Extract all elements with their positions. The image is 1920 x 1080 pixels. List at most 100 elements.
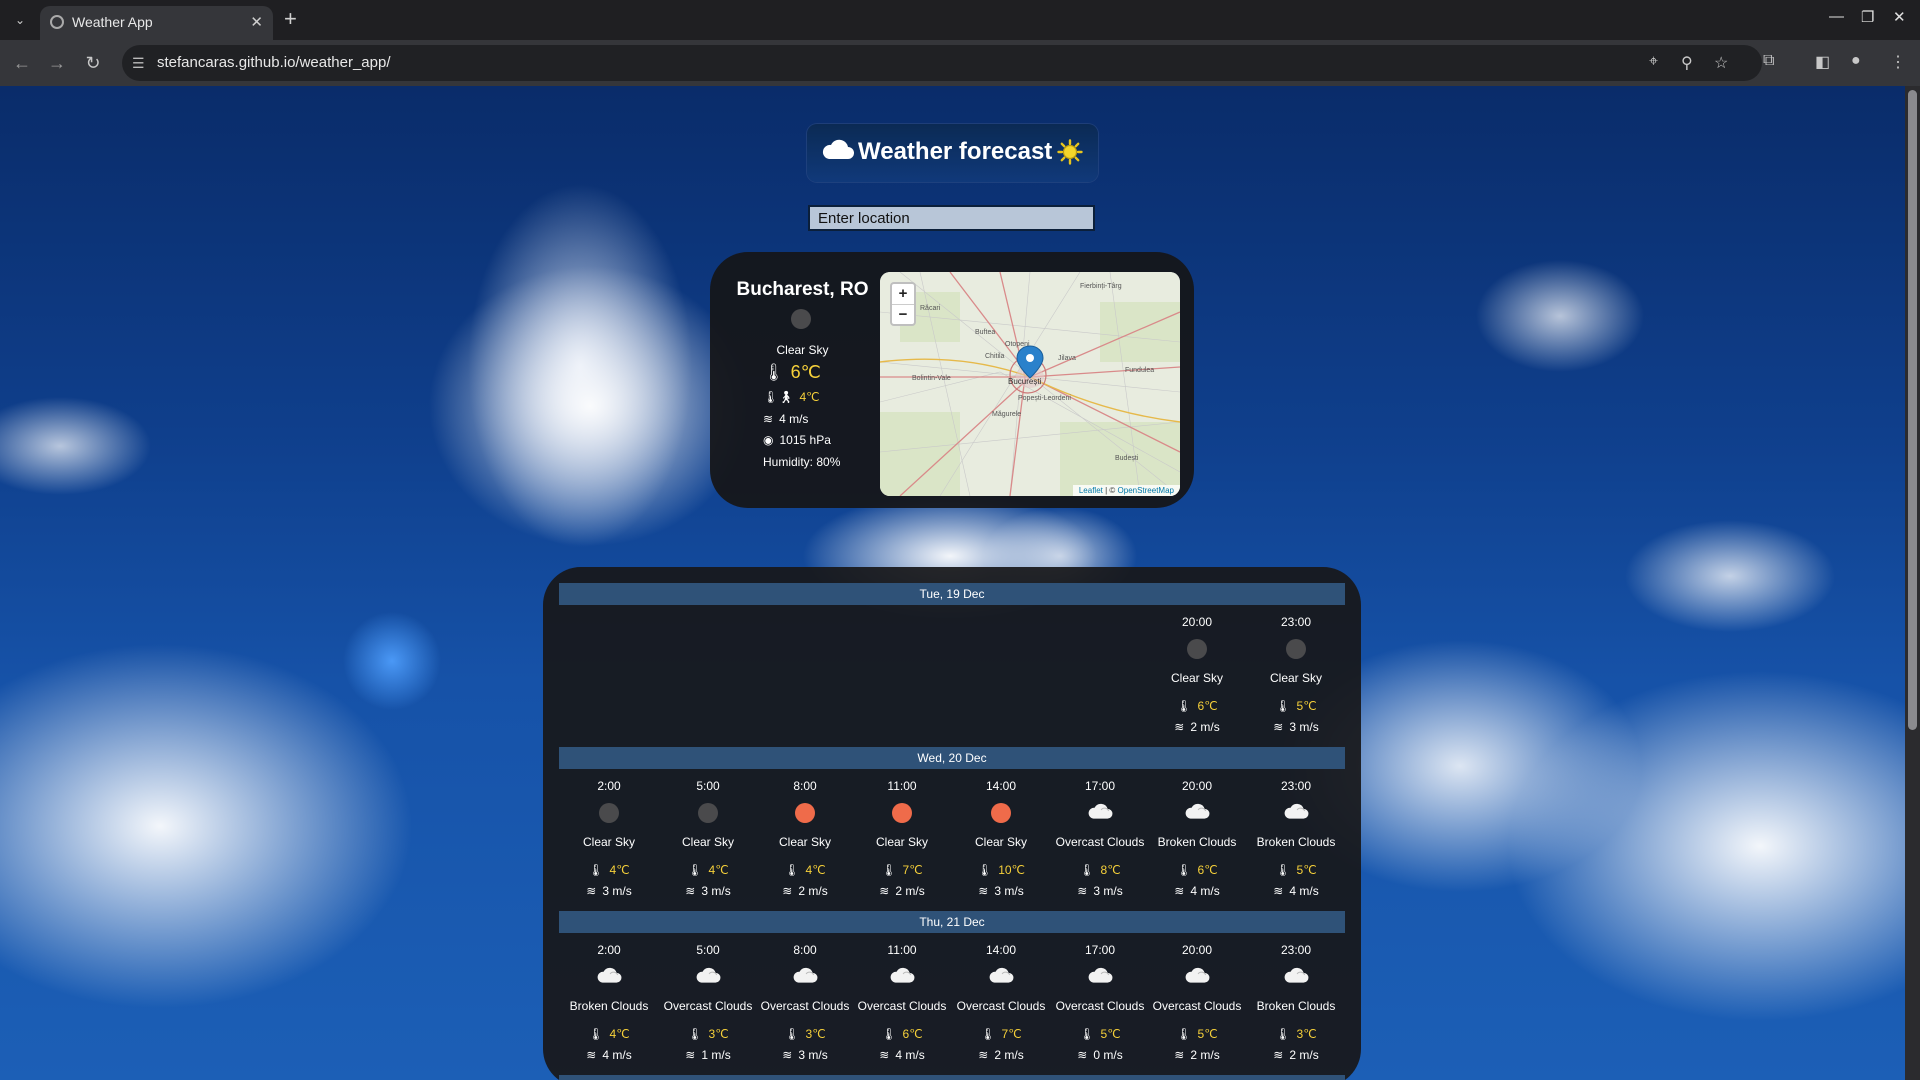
forecast-time: 5:00 [696,943,720,957]
forecast-temperature: 6℃ [1197,863,1218,877]
cloud-icon [1087,965,1113,985]
new-tab-button[interactable]: + [284,7,297,31]
map-label-8: București [1008,377,1042,386]
thermometer-icon: 🌡︎ [881,863,897,877]
forecast-description: Overcast Clouds [1152,999,1242,1013]
zoom-in-button[interactable]: + [892,284,914,305]
forecast-slot: 5:00 Overcast Clouds 🌡︎ 3℃ ≋ 1 m/s [659,943,757,1068]
thermometer-icon: 🌡︎ [1176,1027,1192,1041]
url-text[interactable]: stefancaras.github.io/weather_app/ [157,54,391,71]
location-pin-icon[interactable]: ⌖ [1649,53,1658,71]
location-search-field[interactable] [808,205,1095,231]
location-map[interactable]: Fierbinți-Târg Răcari Buftea Otopeni Chi… [880,272,1180,496]
wind-icon: ≋ [1273,720,1284,734]
clear-day-icon [892,803,912,823]
forecast-wind-row: ≋ 3 m/s [659,884,757,898]
location-input[interactable] [810,207,1093,229]
forecast-wind: 2 m/s [895,884,925,898]
reload-button[interactable]: ↻ [80,50,106,76]
forecast-temperature: 3℃ [1296,1027,1317,1041]
app-title: Weather forecast [858,138,1053,165]
forecast-description: Clear Sky [1170,671,1223,685]
thermometer-icon: 🌡︎ [588,863,604,877]
wind-icon: ≋ [1077,1048,1088,1062]
forecast-wind: 3 m/s [602,884,632,898]
side-panel-icon[interactable]: ◧ [1815,52,1830,72]
thermometer-icon: 🌡︎ [687,1027,703,1041]
wind-value: 4 m/s [779,412,809,426]
forecast-wind: 3 m/s [1289,720,1319,734]
forecast-temperature-row: 🌡︎ 5℃ [1148,1027,1246,1041]
forecast-wind: 3 m/s [798,1048,828,1062]
tab-close-icon[interactable]: ✕ [250,13,263,31]
zoom-out-button[interactable]: − [892,305,914,325]
forecast-temperature: 5℃ [1296,863,1317,877]
forecast-wind: 1 m/s [701,1048,731,1062]
thermometer-icon: 🌡︎ [980,1027,996,1041]
leaflet-link[interactable]: Leaflet [1079,486,1103,495]
forecast-wind-row: ≋ 2 m/s [952,1048,1050,1062]
extensions-icon[interactable]: ⧉ [1763,52,1774,70]
osm-link[interactable]: OpenStreetMap [1118,486,1174,495]
address-bar[interactable]: ☰ stefancaras.github.io/weather_app/ ⌖ ⚲… [122,45,1762,81]
forecast-wind: 4 m/s [1190,884,1220,898]
forecast-temperature-row: 🌡︎ 10℃ [952,863,1050,877]
forecast-time: 2:00 [597,943,621,957]
browser-tab[interactable]: Weather App ✕ [40,6,273,40]
wind-row: ≋ 4 m/s [763,412,808,426]
forecast-temperature-row: 🌡︎ 6℃ [1148,863,1246,877]
forecast-temperature-row: 🌡︎ 7℃ [952,1027,1050,1041]
wind-icon: ≋ [1174,720,1185,734]
forecast-slot: 8:00 Overcast Clouds 🌡︎ 3℃ ≋ 3 m/s [756,943,854,1068]
forecast-wind-row: ≋ 3 m/s [560,884,658,898]
profile-icon[interactable]: ● [1851,52,1861,70]
minimize-icon[interactable]: — [1829,8,1844,25]
menu-kebab-icon[interactable]: ⋮ [1890,52,1906,72]
zoom-icon[interactable]: ⚲ [1681,53,1693,73]
forecast-description: Clear Sky [1269,671,1322,685]
forecast-wind-row: ≋ 2 m/s [1148,1048,1246,1062]
forecast-temperature-row: 🌡︎ 5℃ [1051,1027,1149,1041]
back-button[interactable]: ← [9,50,35,76]
cloud-icon [988,965,1014,985]
day-header: Tue, 19 Dec [559,583,1345,605]
wind-icon: ≋ [763,412,774,426]
forecast-wind-row: ≋ 2 m/s [1247,1048,1345,1062]
wind-icon: ≋ [1174,884,1185,898]
wind-icon: ≋ [1077,884,1088,898]
cloud-icon [822,139,854,159]
thermometer-icon: 🌡︎ [784,863,800,877]
bookmark-star-icon[interactable]: ☆ [1714,53,1728,73]
map-label-0: Fierbinți-Târg [1080,283,1122,290]
forecast-slot: 11:00 Clear Sky 🌡︎ 7℃ ≋ 2 m/s [853,779,951,904]
forward-button[interactable]: → [44,50,70,76]
forecast-time: 17:00 [1084,779,1116,793]
forecast-wind-row: ≋ 2 m/s [853,884,951,898]
forecast-slot: 23:00 Broken Clouds 🌡︎ 3℃ ≋ 2 m/s [1247,943,1345,1068]
forecast-time: 5:00 [696,779,720,793]
forecast-slot: 5:00 Clear Sky 🌡︎ 4℃ ≋ 3 m/s [659,779,757,904]
wind-icon: ≋ [685,884,696,898]
wind-icon: ≋ [1273,1048,1284,1062]
forecast-time: 17:00 [1084,943,1116,957]
restore-icon[interactable]: ❐ [1861,8,1874,26]
forecast-wind-row: ≋ 3 m/s [1051,884,1149,898]
forecast-slot: 23:00 Clear Sky 🌡︎ 5℃ ≋ 3 m/s [1247,615,1345,740]
cloud-icon [1283,965,1309,985]
forecast-description: Clear Sky [974,835,1027,849]
tab-search-chevron-icon[interactable]: ⌄ [8,8,32,32]
forecast-slot: 14:00 Overcast Clouds 🌡︎ 7℃ ≋ 2 m/s [952,943,1050,1068]
forecast-wind-row: ≋ 4 m/s [560,1048,658,1062]
forecast-wind-row: ≋ 3 m/s [952,884,1050,898]
forecast-slot: 14:00 Clear Sky 🌡︎ 10℃ ≋ 3 m/s [952,779,1050,904]
browser-tab-bar: ⌄ Weather App ✕ + — ❐ ✕ [0,0,1920,40]
cloud-icon [1283,801,1309,821]
map-label-5: Jilava [1058,355,1076,362]
forecast-description: Broken Clouds [1157,835,1237,849]
scrollbar-thumb[interactable] [1908,90,1917,730]
site-info-icon[interactable]: ☰ [132,55,145,72]
clear-day-icon [795,803,815,823]
close-window-icon[interactable]: ✕ [1893,8,1906,26]
forecast-wind: 2 m/s [1190,720,1220,734]
forecast-slot: 20:00 Broken Clouds 🌡︎ 6℃ ≋ 4 m/s [1148,779,1246,904]
